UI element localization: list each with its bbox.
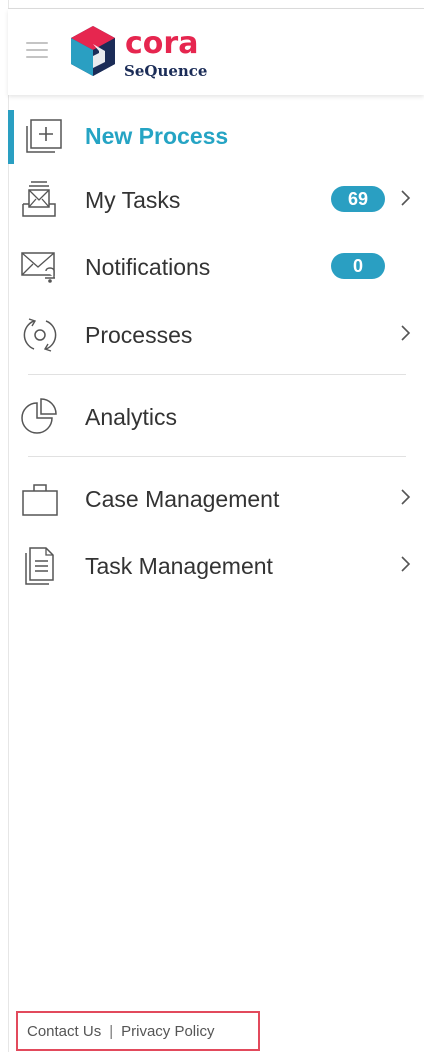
notifications-count-badge: 0 — [331, 253, 385, 279]
privacy-policy-link[interactable]: Privacy Policy — [121, 1023, 214, 1040]
menu-divider — [28, 456, 406, 457]
sidebar-header: cora SeQuence — [8, 9, 424, 95]
tasks-inbox-icon — [22, 181, 56, 217]
notification-envelope-icon — [21, 252, 55, 283]
contact-us-link[interactable]: Contact Us — [27, 1023, 101, 1040]
brand-name: cora — [125, 26, 199, 61]
processes-cycle-icon — [23, 318, 57, 352]
menu-label-case-management: Case Management — [85, 486, 280, 512]
chevron-right-icon[interactable] — [398, 319, 414, 347]
tasks-count-badge: 69 — [331, 186, 385, 212]
pie-chart-icon — [21, 398, 57, 434]
document-list-icon — [25, 547, 54, 585]
menu-item-new-process[interactable]: New Process — [8, 104, 424, 164]
menu-item-task-management[interactable]: Task Management — [8, 538, 424, 598]
cora-sequence-logo[interactable]: cora SeQuence — [65, 24, 215, 80]
menu-label-analytics: Analytics — [85, 404, 178, 430]
menu-item-case-management[interactable]: Case Management — [8, 471, 424, 531]
menu-item-my-tasks[interactable]: My Tasks 69 — [8, 172, 424, 232]
new-process-icon — [26, 119, 62, 153]
chevron-right-icon[interactable] — [398, 550, 414, 578]
menu-label-task-management: Task Management — [85, 553, 273, 579]
menu-divider — [28, 374, 406, 375]
active-indicator — [8, 110, 14, 164]
hamburger-menu-icon[interactable] — [26, 42, 48, 58]
menu-item-analytics[interactable]: Analytics — [8, 389, 424, 449]
menu-label-my-tasks: My Tasks — [85, 187, 181, 213]
briefcase-icon — [22, 484, 58, 516]
chevron-right-icon[interactable] — [398, 483, 414, 511]
menu-label-notifications: Notifications — [85, 254, 211, 280]
footer-links: Contact Us | Privacy Policy — [27, 1023, 214, 1041]
cora-logo-mark-icon — [71, 26, 115, 76]
menu-label-processes: Processes — [85, 322, 193, 348]
brand-product: SeQuence — [124, 62, 208, 80]
menu-item-notifications[interactable]: Notifications 0 — [8, 239, 424, 299]
menu-item-processes[interactable]: Processes — [8, 307, 424, 367]
footer-separator: | — [109, 1023, 114, 1040]
chevron-right-icon[interactable] — [398, 184, 414, 212]
menu-label-new-process: New Process — [85, 123, 229, 149]
